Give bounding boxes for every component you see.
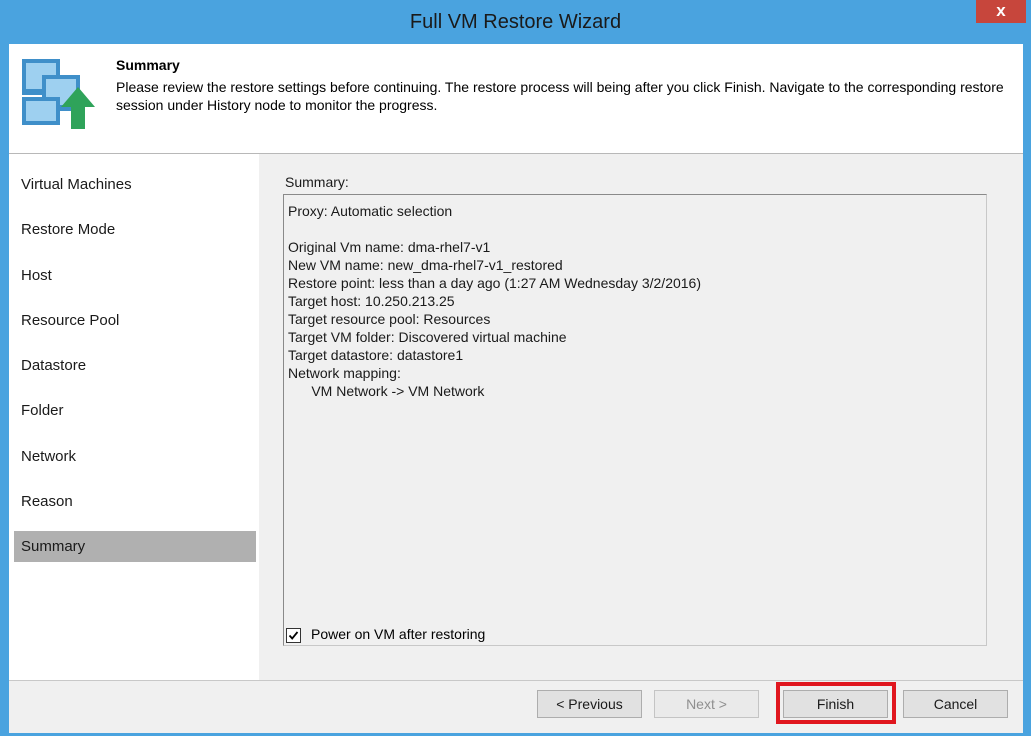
summary-panel: Summary: Proxy: Automatic selection ​ Or… bbox=[259, 154, 1023, 680]
nav-item-resource-pool[interactable]: Resource Pool bbox=[14, 305, 256, 336]
wizard-header: Summary Please review the restore settin… bbox=[9, 44, 1023, 154]
checkmark-icon bbox=[288, 631, 299, 640]
next-button[interactable]: Next > bbox=[654, 690, 759, 718]
nav-item-network[interactable]: Network bbox=[14, 441, 256, 472]
nav-item-virtual-machines[interactable]: Virtual Machines bbox=[14, 169, 256, 200]
finish-button[interactable]: Finish bbox=[783, 690, 888, 718]
summary-line: New VM name: new_dma-rhel7-v1_restored bbox=[288, 257, 563, 273]
summary-line: Restore point: less than a day ago (1:27… bbox=[288, 275, 701, 291]
summary-line: Target host: 10.250.213.25 bbox=[288, 293, 455, 309]
summary-textbox[interactable]: Proxy: Automatic selection ​ Original Vm… bbox=[283, 194, 987, 646]
power-on-checkbox[interactable] bbox=[286, 628, 301, 643]
restore-wizard-window: Full VM Restore Wizard x Summary Please … bbox=[0, 0, 1031, 736]
summary-line: ​ bbox=[288, 220, 982, 238]
summary-line: Network mapping: bbox=[288, 365, 401, 381]
step-description: Please review the restore settings befor… bbox=[116, 79, 1004, 113]
summary-line: Original Vm name: dma-rhel7-v1 bbox=[288, 239, 491, 255]
summary-line: Target VM folder: Discovered virtual mac… bbox=[288, 329, 567, 345]
wizard-steps-nav: Virtual Machines Restore Mode Host Resou… bbox=[9, 154, 259, 680]
step-title: Summary bbox=[116, 57, 180, 73]
close-button[interactable]: x bbox=[976, 0, 1026, 23]
summary-label: Summary: bbox=[285, 174, 349, 190]
nav-item-restore-mode[interactable]: Restore Mode bbox=[14, 214, 256, 245]
nav-item-reason[interactable]: Reason bbox=[14, 486, 256, 517]
power-on-label[interactable]: Power on VM after restoring bbox=[311, 626, 485, 642]
nav-item-datastore[interactable]: Datastore bbox=[14, 350, 256, 381]
nav-item-host[interactable]: Host bbox=[14, 260, 256, 291]
summary-line: Target resource pool: Resources bbox=[288, 311, 491, 327]
summary-line: Proxy: Automatic selection bbox=[288, 203, 453, 219]
title-bar[interactable]: Full VM Restore Wizard x bbox=[0, 0, 1031, 44]
wizard-footer: < Previous Next > Finish Cancel bbox=[9, 680, 1023, 733]
window-title: Full VM Restore Wizard bbox=[409, 11, 622, 33]
vm-restore-icon bbox=[22, 59, 95, 129]
previous-button[interactable]: < Previous bbox=[537, 690, 642, 718]
cancel-button[interactable]: Cancel bbox=[903, 690, 1008, 718]
summary-line: VM Network -> VM Network bbox=[288, 383, 485, 399]
nav-item-summary[interactable]: Summary bbox=[14, 531, 256, 562]
nav-item-folder[interactable]: Folder bbox=[14, 395, 256, 426]
summary-line: Target datastore: datastore1 bbox=[288, 347, 464, 363]
